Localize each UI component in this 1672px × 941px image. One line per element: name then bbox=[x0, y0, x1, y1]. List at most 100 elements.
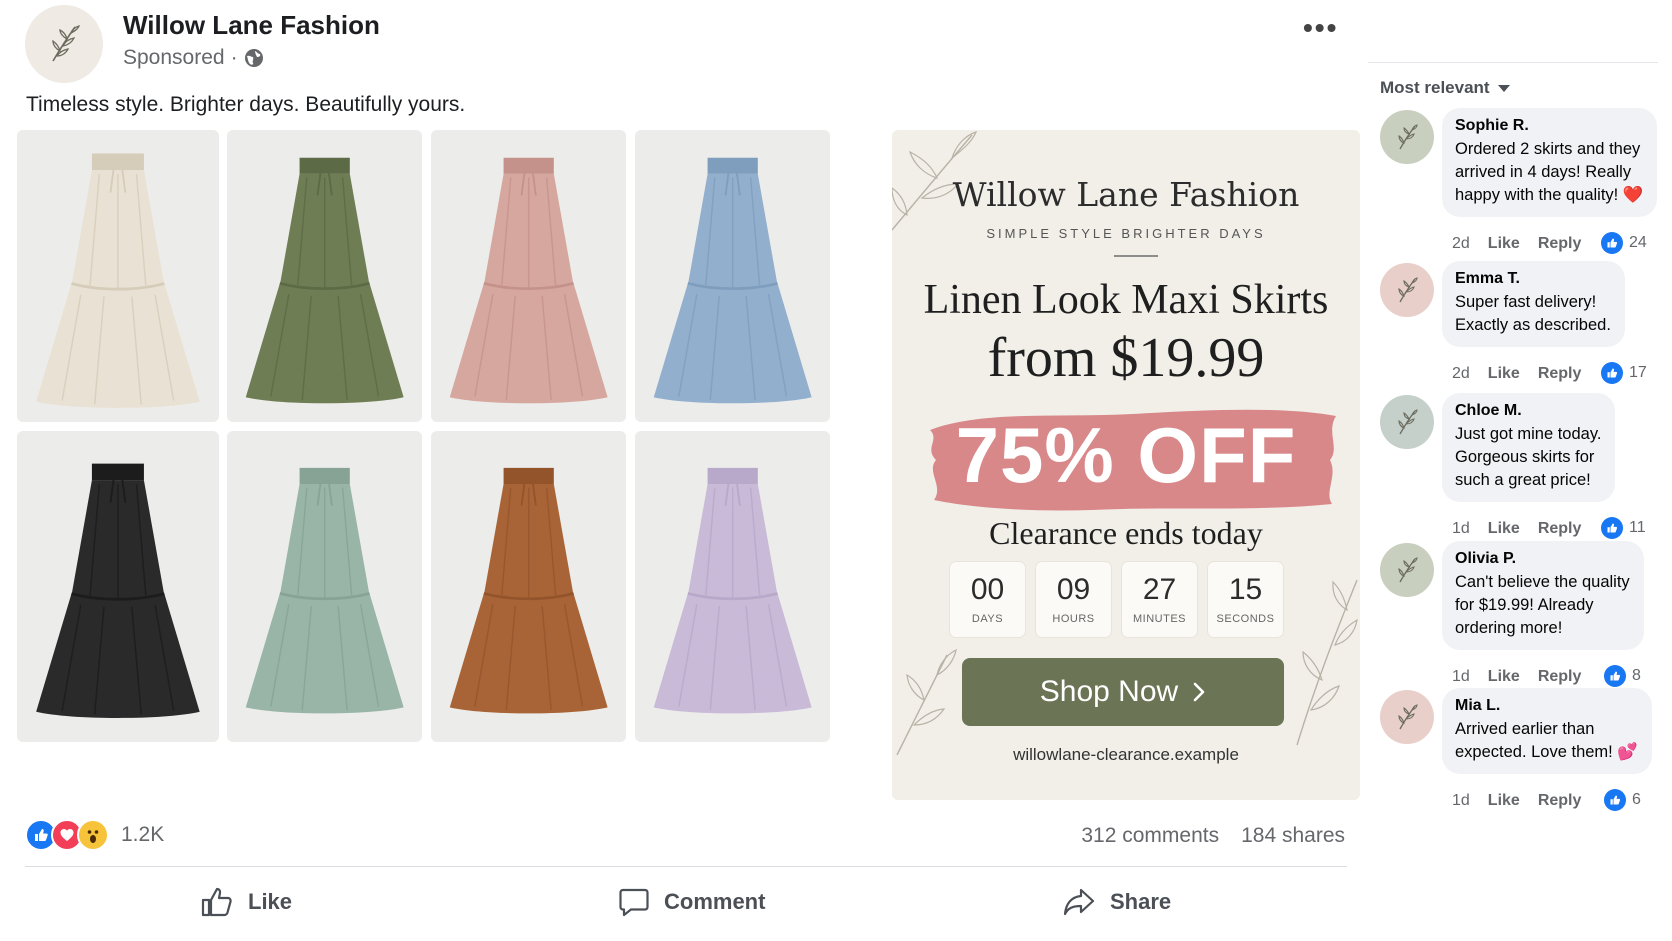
comment-author[interactable]: Olivia P. bbox=[1455, 550, 1630, 568]
comment-text-line: Can't believe the quality bbox=[1455, 573, 1630, 591]
countdown-days: 00 DAYS bbox=[950, 562, 1025, 637]
product-tile[interactable] bbox=[635, 431, 830, 742]
comment-like-link[interactable]: Like bbox=[1488, 520, 1520, 538]
comment-avatar[interactable] bbox=[1380, 690, 1434, 744]
like-reaction-icon bbox=[1601, 362, 1623, 384]
comment-reply-link[interactable]: Reply bbox=[1538, 520, 1582, 538]
maxi-skirt-image bbox=[245, 468, 404, 714]
like-label: Like bbox=[248, 889, 293, 914]
comment-time[interactable]: 1d bbox=[1452, 520, 1470, 538]
comments-count[interactable]: 312 comments bbox=[1081, 824, 1219, 848]
like-button[interactable]: Like bbox=[200, 886, 292, 918]
maxi-skirt-image bbox=[245, 157, 404, 404]
comment-text-line: arrived in 4 days! Really bbox=[1455, 163, 1632, 181]
comment-actions: 2d Like Reply bbox=[1452, 365, 1581, 383]
countdown-timer: 00 DAYS 09 HOURS 27 MINUTES 15 SECONDS bbox=[950, 562, 1283, 637]
reaction-count[interactable]: 1.2K bbox=[121, 823, 164, 847]
comment-author[interactable]: Mia L. bbox=[1455, 697, 1638, 715]
like-reaction-icon bbox=[1601, 232, 1623, 254]
page-avatar[interactable] bbox=[25, 5, 103, 83]
comment-text-line: ordering more! bbox=[1455, 619, 1563, 637]
product-tile[interactable] bbox=[431, 431, 626, 742]
chevron-right-icon bbox=[1193, 682, 1205, 702]
comment-avatar[interactable] bbox=[1380, 110, 1434, 164]
comment-time[interactable]: 2d bbox=[1452, 365, 1470, 383]
comment-like-count[interactable]: 6 bbox=[1604, 789, 1641, 811]
globe-icon bbox=[244, 49, 263, 67]
countdown-label: SECONDS bbox=[1216, 612, 1275, 625]
product-tile[interactable] bbox=[17, 130, 219, 422]
thumbs-up-icon bbox=[201, 887, 232, 917]
willow-branch-icon bbox=[1398, 704, 1418, 730]
comment-text-line: Arrived earlier than bbox=[1455, 720, 1595, 738]
sort-label: Most relevant bbox=[1380, 78, 1490, 97]
comment-avatar[interactable] bbox=[1380, 263, 1434, 317]
sponsored-label[interactable]: Sponsored bbox=[123, 46, 225, 70]
product-tile[interactable] bbox=[431, 130, 626, 422]
comment-author[interactable]: Chloe M. bbox=[1455, 402, 1601, 420]
promo-divider bbox=[1114, 255, 1158, 257]
comment-text-line: Exactly as described. bbox=[1455, 316, 1611, 334]
comment-like-link[interactable]: Like bbox=[1488, 668, 1520, 686]
comment-like-count[interactable]: 17 bbox=[1601, 362, 1647, 384]
comment-reply-link[interactable]: Reply bbox=[1538, 235, 1582, 253]
comment-likes-number: 11 bbox=[1629, 519, 1646, 536]
comment-actions: 1d Like Reply bbox=[1452, 792, 1581, 810]
comment-text-line: Just got mine today. bbox=[1455, 425, 1602, 443]
shares-count[interactable]: 184 shares bbox=[1241, 824, 1345, 848]
product-tile[interactable] bbox=[17, 431, 219, 742]
ad-creative[interactable]: Willow Lane Fashion SIMPLE STYLE BRIGHTE… bbox=[12, 130, 1360, 802]
comment-time[interactable]: 1d bbox=[1452, 668, 1470, 686]
product-tile[interactable] bbox=[227, 130, 422, 422]
comment-like-count[interactable]: 24 bbox=[1601, 232, 1647, 254]
share-button[interactable]: Share bbox=[1062, 886, 1171, 918]
comment-reply-link[interactable]: Reply bbox=[1538, 365, 1582, 383]
countdown-value: 27 bbox=[1142, 572, 1177, 606]
promo-price: from $19.99 bbox=[987, 327, 1265, 389]
comment-reply-link[interactable]: Reply bbox=[1538, 668, 1582, 686]
reactions-summary[interactable]: 1.2K bbox=[25, 819, 164, 851]
comment-like-link[interactable]: Like bbox=[1488, 235, 1520, 253]
like-reaction-icon bbox=[1604, 665, 1626, 687]
comment-text-line: Gorgeous skirts for bbox=[1455, 448, 1595, 466]
comment-avatar[interactable] bbox=[1380, 395, 1434, 449]
more-options-button[interactable]: ••• bbox=[1303, 12, 1338, 44]
comment-actions: 1d Like Reply bbox=[1452, 668, 1581, 686]
comment-author[interactable]: Emma T. bbox=[1455, 270, 1611, 288]
countdown-label: MINUTES bbox=[1133, 612, 1186, 625]
sponsored-row: Sponsored · bbox=[123, 46, 264, 70]
comment-bubble: Olivia P. Can't believe the quality for $1… bbox=[1442, 541, 1644, 650]
comment-bubble-icon bbox=[619, 888, 649, 917]
page-name-link[interactable]: Willow Lane Fashion bbox=[123, 10, 380, 41]
countdown-value: 09 bbox=[1056, 572, 1091, 606]
comment-like-count[interactable]: 11 bbox=[1601, 517, 1646, 539]
comment-avatar[interactable] bbox=[1380, 543, 1434, 597]
post-caption: Timeless style. Brighter days. Beautiful… bbox=[26, 93, 466, 116]
caret-down-icon bbox=[1497, 84, 1510, 92]
comment-like-count[interactable]: 8 bbox=[1604, 665, 1641, 687]
comment-likes-number: 8 bbox=[1632, 667, 1641, 684]
product-tile[interactable] bbox=[635, 130, 830, 422]
maxi-skirt-image bbox=[449, 468, 608, 714]
promo-panel[interactable]: Willow Lane Fashion SIMPLE STYLE BRIGHTE… bbox=[892, 130, 1360, 800]
comment-likes-number: 17 bbox=[1629, 364, 1647, 381]
shop-now-button[interactable]: Shop Now bbox=[962, 658, 1284, 726]
promo-url[interactable]: willowlane-clearance.example bbox=[892, 745, 1360, 765]
leaf-decoration-icon bbox=[1296, 579, 1358, 746]
discount-text: 75% OFF bbox=[955, 411, 1297, 499]
comment-author[interactable]: Sophie R. bbox=[1455, 117, 1643, 135]
comment-reply-link[interactable]: Reply bbox=[1538, 792, 1582, 810]
comment-button[interactable]: Comment bbox=[618, 886, 765, 918]
product-tile[interactable] bbox=[227, 431, 422, 742]
leaf-decoration-icon bbox=[896, 648, 957, 755]
comment-like-link[interactable]: Like bbox=[1488, 792, 1520, 810]
comment-like-link[interactable]: Like bbox=[1488, 365, 1520, 383]
sort-comments-dropdown[interactable]: Most relevant bbox=[1380, 78, 1510, 98]
comment-text-line: expected. Love them! 💕 bbox=[1455, 743, 1638, 761]
comment-time[interactable]: 2d bbox=[1452, 235, 1470, 253]
countdown-value: 00 bbox=[970, 572, 1005, 606]
action-divider bbox=[25, 866, 1347, 867]
comment-time[interactable]: 1d bbox=[1452, 792, 1470, 810]
comment-text-line: for $19.99! Already bbox=[1455, 596, 1594, 614]
comment-bubble: Sophie R. Ordered 2 skirts and they arrive… bbox=[1442, 108, 1658, 217]
